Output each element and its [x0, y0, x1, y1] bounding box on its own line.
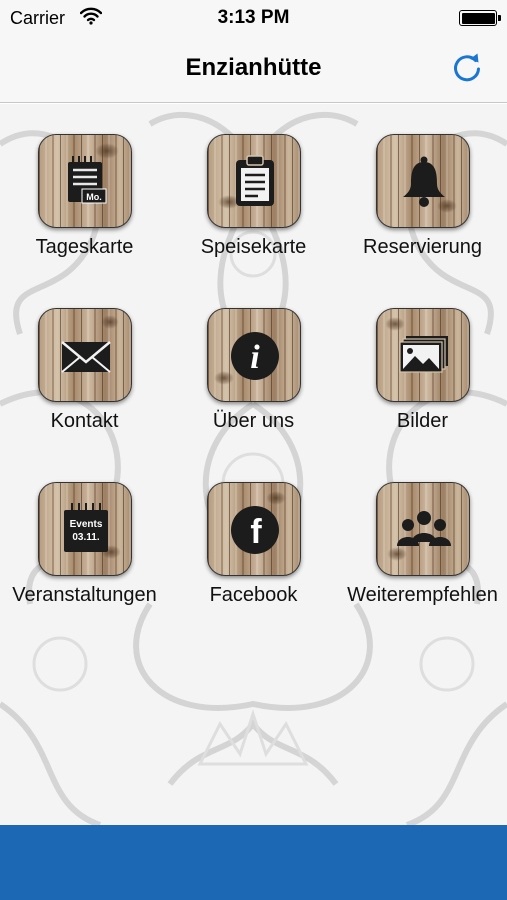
menu-item-label: Veranstaltungen — [12, 584, 157, 606]
wood-icon-background: f — [207, 482, 301, 576]
refresh-icon[interactable] — [449, 50, 485, 86]
menu-item-reservierung[interactable]: Reservierung — [338, 104, 507, 278]
menu-item-kontakt[interactable]: Kontakt — [0, 278, 169, 452]
menu-item-label: Bilder — [396, 410, 449, 432]
svg-text:Events: Events — [70, 519, 103, 530]
svg-text:i: i — [250, 339, 260, 376]
people-icon — [397, 511, 451, 546]
menu-item-label: Speisekarte — [200, 236, 307, 258]
menu-item-veranstaltungen[interactable]: Events 03.11. Veranstaltungen — [0, 452, 169, 626]
bell-icon — [403, 156, 445, 207]
svg-text:03.11.: 03.11. — [72, 532, 99, 543]
facebook-icon: f — [231, 506, 279, 554]
wood-icon-background: Events 03.11. — [38, 482, 132, 576]
wood-icon-background — [376, 134, 470, 228]
wood-icon-background — [38, 308, 132, 402]
svg-text:Mo.: Mo. — [86, 192, 102, 202]
menu-item-weiterempfehlen[interactable]: Weiterempfehlen — [338, 452, 507, 626]
envelope-icon — [61, 341, 111, 373]
menu-item-bilder[interactable]: Bilder — [338, 278, 507, 452]
clipboard-icon — [236, 155, 274, 206]
menu-item-label: Über uns — [212, 410, 295, 432]
menu-item-label: Weiterempfehlen — [347, 584, 498, 606]
menu-item-label: Facebook — [209, 584, 298, 606]
menu-item-speisekarte[interactable]: Speisekarte — [169, 104, 338, 278]
menu-item-label: Reservierung — [363, 236, 482, 258]
wood-icon-background — [207, 134, 301, 228]
events-calendar-icon: Events 03.11. — [64, 503, 108, 552]
wood-icon-background — [376, 482, 470, 576]
menu-item-ueber-uns[interactable]: i Über uns — [169, 278, 338, 452]
wood-icon-background: Mo. — [38, 134, 132, 228]
info-icon: i — [231, 332, 279, 380]
battery-icon — [459, 10, 501, 26]
status-bar: Carrier 3:13 PM — [0, 0, 507, 36]
svg-text:f: f — [250, 513, 262, 551]
menu-area: Mo. Tageskarte Speisekarte Reservierung … — [0, 104, 507, 825]
page-title: Enzianhütte — [185, 54, 322, 81]
pictures-icon — [399, 336, 448, 373]
navigation-bar: Enzianhütte — [0, 36, 507, 103]
daily-menu-icon: Mo. — [68, 156, 107, 204]
menu-item-label: Tageskarte — [35, 236, 134, 258]
wood-icon-background — [376, 308, 470, 402]
menu-item-label: Kontakt — [50, 410, 119, 432]
wood-icon-background: i — [207, 308, 301, 402]
clock: 3:13 PM — [217, 7, 290, 28]
bottom-bar — [0, 825, 507, 900]
menu-item-tageskarte[interactable]: Mo. Tageskarte — [0, 104, 169, 278]
menu-item-facebook[interactable]: f Facebook — [169, 452, 338, 626]
